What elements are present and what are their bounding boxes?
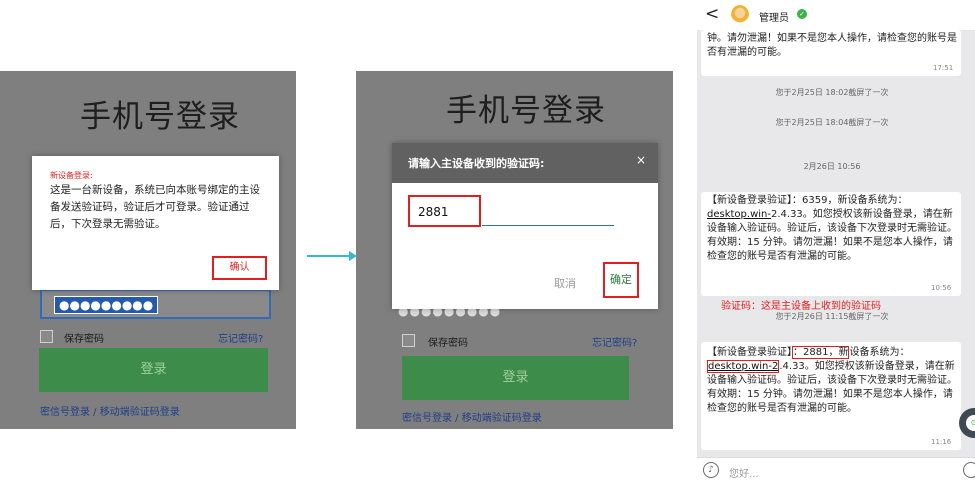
verified-icon: ✓ [797, 9, 807, 19]
message-time: 17:51 [933, 64, 954, 72]
alert-heading: 新设备登录: [50, 171, 93, 180]
contact-name: 管理员 [759, 13, 789, 24]
dialog-header: 请输入主设备收到的验证码: × [392, 143, 658, 183]
password-mask: ●●●●●●●●● [54, 296, 159, 314]
message-link[interactable]: desktop.win- [707, 209, 771, 220]
save-password-checkbox[interactable] [402, 334, 415, 347]
code-highlight: ：2881，新 [792, 346, 850, 359]
message-part: 设备系统为： [849, 347, 910, 358]
message-time: 10:56 [931, 284, 952, 292]
login-panel-1: 手机号登录 ●●●●●●●●● 保存密码 忘记密码? 登录 密信号登录 / 移动… [0, 71, 296, 429]
save-password-label: 保存密码 [428, 338, 468, 349]
login-panel-2: 手机号登录 ●●●●●●●●● 保存密码 忘记密码? 登录 密信号登录 / 移动… [356, 71, 673, 429]
dialog-title: 请输入主设备收到的验证码: [408, 157, 545, 170]
alt-login-links[interactable]: 密信号登录 / 移动端验证码登录 [402, 409, 542, 424]
verification-dialog: 请输入主设备收到的验证码: × 2881 取消 确定 [392, 143, 658, 309]
cancel-button[interactable]: 取消 [554, 275, 576, 291]
new-device-alert: 新设备登录: 这是一台新设备，系统已向本账号绑定的主设备发送验证码，验证后才可登… [32, 156, 279, 290]
more-icon[interactable] [963, 462, 975, 478]
close-icon[interactable]: × [636, 153, 646, 167]
screenshot-notice: 您于2月26日 11:15截屏了一次 [775, 312, 889, 321]
chat-input-bar: ♪ 您好... [697, 457, 975, 486]
message-input[interactable]: 您好... [729, 465, 759, 480]
avatar [731, 5, 749, 25]
confirm-button[interactable]: 确认 [212, 256, 267, 280]
chat-message: 【新设备登录验证】：2881，新设备系统为：desktop.win-2.4.33… [701, 342, 961, 450]
input-underline [482, 225, 614, 226]
back-icon[interactable]: < [705, 4, 719, 24]
flow-arrow [307, 255, 354, 257]
message-prefix: 【新设备登录验证】：6359，新设备系统为： [707, 195, 908, 206]
password-field[interactable]: ●●●●●●●●● [40, 289, 271, 319]
message-part: 【新设备登录验证】 [707, 347, 792, 358]
chat-header: < 管理员 ✓ [697, 0, 975, 30]
save-password-label: 保存密码 [64, 334, 104, 345]
login-button[interactable]: 登录 [402, 356, 629, 400]
screenshot-notice: 您于2月25日 18:02截屏了一次 [775, 88, 889, 97]
message-text: 【新设备登录验证】：6359，新设备系统为：desktop.win-2.4.33… [707, 194, 957, 264]
page-title: 手机号登录 [446, 93, 606, 129]
annotation-label: 验证码：这是主设备上收到的验证码 [721, 301, 881, 312]
alert-body: 这是一台新设备，系统已向本账号绑定的主设备发送验证码，验证后才可登录。验证通过后… [50, 184, 260, 230]
message-link[interactable]: desktop.win-2 [707, 360, 780, 373]
code-value: 2881 [418, 205, 449, 219]
chat-message: 【新设备登录验证】：6359，新设备系统为：desktop.win-2.4.33… [701, 192, 961, 296]
save-password-checkbox[interactable] [40, 330, 53, 343]
forgot-password-link[interactable]: 忘记密码? [592, 334, 637, 349]
page-title: 手机号登录 [80, 99, 240, 135]
floating-button[interactable]: ⊙ [959, 408, 975, 438]
message-text: 钟。请勿泄漏！如果不是您本人操作，请检查您的账号是否有泄漏的可能。 [707, 33, 957, 58]
verification-code-input[interactable]: 2881 [408, 195, 481, 227]
message-time: 11:16 [931, 438, 952, 446]
confirm-button[interactable]: 确定 [603, 262, 639, 298]
date-separator: 2月26日 10:56 [803, 162, 861, 171]
forgot-password-link[interactable]: 忘记密码? [218, 330, 263, 345]
chat-message: 钟。请勿泄漏！如果不是您本人操作，请检查您的账号是否有泄漏的可能。 17:51 [701, 30, 961, 76]
help-icon: ⊙ [966, 415, 975, 431]
message-text: 【新设备登录验证】：2881，新设备系统为：desktop.win-2.4.33… [707, 346, 957, 416]
login-button[interactable]: 登录 [39, 348, 268, 392]
screenshot-notice: 您于2月25日 18:04截屏了一次 [775, 118, 889, 127]
microphone-icon[interactable]: ♪ [703, 462, 719, 478]
chat-panel: < 管理员 ✓ 钟。请勿泄漏！如果不是您本人操作，请检查您的账号是否有泄漏的可能… [697, 0, 975, 486]
alt-login-links[interactable]: 密信号登录 / 移动端验证码登录 [40, 403, 180, 418]
